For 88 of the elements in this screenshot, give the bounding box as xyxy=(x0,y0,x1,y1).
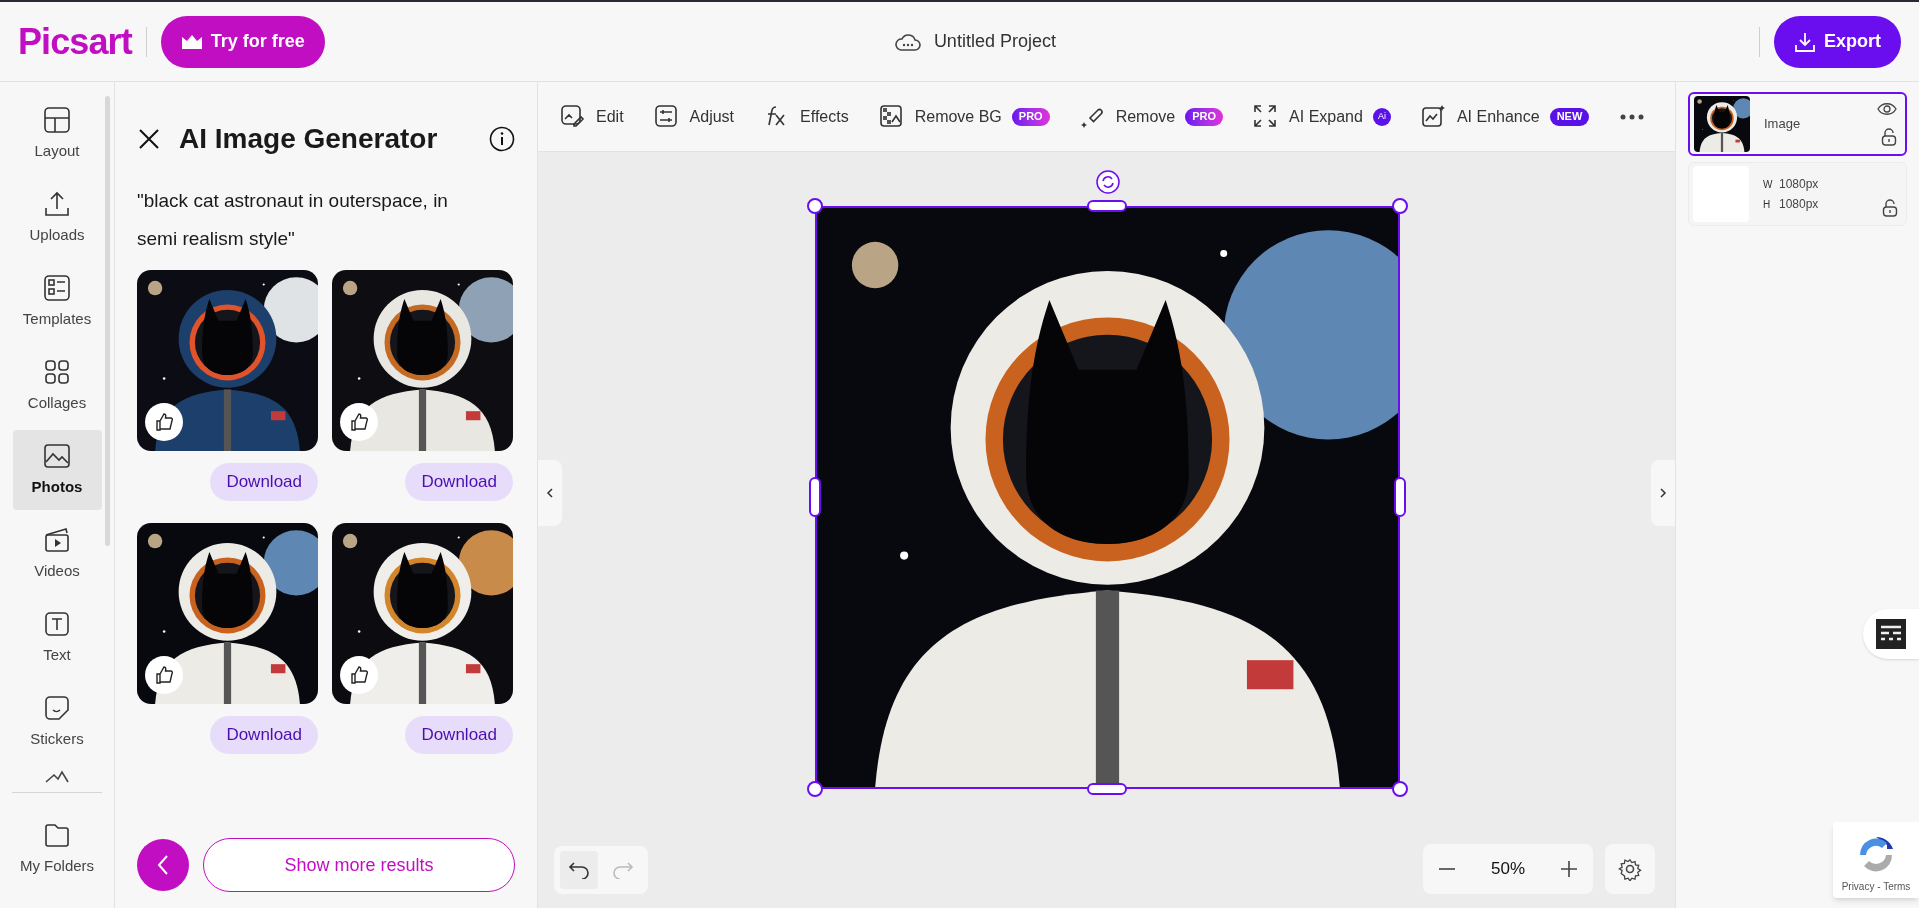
undo-icon xyxy=(568,861,590,879)
toolbar-button[interactable]: Adjust xyxy=(653,103,735,130)
new-badge: NEW xyxy=(1549,107,1590,126)
dimension-value: 1080px xyxy=(1779,196,1819,213)
chevron-left-icon xyxy=(156,854,170,876)
ai-badge: Ai xyxy=(1372,107,1391,126)
sidebar-item[interactable]: Layout xyxy=(12,94,102,174)
thumbs-up-icon xyxy=(349,665,369,685)
dimension-label: W xyxy=(1763,177,1773,192)
recaptcha-badge[interactable]: Privacy - Terms xyxy=(1833,822,1919,898)
download-button[interactable]: Download xyxy=(210,463,318,501)
download-button[interactable]: Download xyxy=(405,716,513,754)
pro-badge: PRO xyxy=(1011,107,1050,126)
undo-button[interactable] xyxy=(560,851,598,889)
resize-handle[interactable] xyxy=(807,781,823,797)
enhance-icon xyxy=(1420,103,1447,130)
sidebar-item[interactable]: My Folders xyxy=(12,809,102,889)
show-more-results-button[interactable]: Show more results xyxy=(203,838,515,892)
sidebar-item[interactable]: Stickers xyxy=(12,682,102,762)
download-icon xyxy=(1794,30,1816,53)
project-title[interactable]: Untitled Project xyxy=(933,28,1056,55)
panel-title: AI Image Generator xyxy=(179,122,439,156)
upload-icon xyxy=(43,189,71,218)
photo-icon xyxy=(43,441,71,470)
download-button[interactable]: Download xyxy=(405,463,513,501)
resize-handle[interactable] xyxy=(1392,198,1408,214)
dimension-value: 1080px xyxy=(1779,176,1819,193)
toolbar-button[interactable]: AI Enhance xyxy=(1420,103,1540,130)
dimension-label: H xyxy=(1763,197,1772,212)
export-button[interactable]: Export xyxy=(1774,15,1901,68)
resize-handle[interactable] xyxy=(809,477,821,517)
toolbar-button[interactable]: Effects xyxy=(764,103,849,130)
layer-card[interactable]: W 1080px H 1080px xyxy=(1688,162,1907,226)
shapes-icon[interactable] xyxy=(43,770,71,784)
toolbar-button[interactable]: AI Expand xyxy=(1253,103,1363,130)
toolbar-button[interactable]: Edit xyxy=(560,103,624,130)
chevron-right-icon xyxy=(1659,488,1667,498)
toolbar-button[interactable]: Remove BG xyxy=(878,103,1002,130)
pro-badge: PRO xyxy=(1185,107,1224,126)
toolbar-button[interactable]: Remove xyxy=(1079,103,1176,130)
zoom-level[interactable]: 50% xyxy=(1490,856,1525,882)
chevron-left-icon xyxy=(546,488,554,498)
collages-icon xyxy=(43,357,71,386)
settings-button[interactable] xyxy=(1605,844,1655,894)
sidebar-item[interactable]: Uploads xyxy=(12,178,102,258)
resize-handle[interactable] xyxy=(1087,200,1127,212)
edit-icon xyxy=(560,103,586,130)
close-icon[interactable] xyxy=(137,127,161,151)
crown-icon xyxy=(180,33,203,50)
sidebar-item[interactable]: Videos xyxy=(12,514,102,594)
table-icon xyxy=(1876,619,1906,649)
floating-panel-button[interactable] xyxy=(1863,609,1919,659)
resize-handle[interactable] xyxy=(1392,781,1408,797)
back-button[interactable] xyxy=(137,839,189,891)
info-icon[interactable] xyxy=(489,126,515,152)
layer-name: Image xyxy=(1764,115,1802,134)
scrollbar[interactable] xyxy=(105,96,110,546)
zoom-in-icon[interactable] xyxy=(1559,859,1579,879)
lock-icon[interactable] xyxy=(1881,128,1897,146)
resize-handle[interactable] xyxy=(807,198,823,214)
layer-card[interactable]: Image xyxy=(1688,92,1907,156)
video-icon xyxy=(43,525,71,554)
lock-icon[interactable] xyxy=(1882,199,1898,217)
logo[interactable]: Picsart xyxy=(18,14,132,69)
privacy-terms-links[interactable]: Privacy - Terms xyxy=(1841,879,1911,894)
layout-icon xyxy=(43,105,71,134)
more-icon[interactable] xyxy=(1619,112,1646,121)
eye-icon[interactable] xyxy=(1877,102,1897,116)
removebg-icon xyxy=(878,103,905,130)
text-icon xyxy=(43,609,71,638)
resize-handle[interactable] xyxy=(1394,477,1406,517)
prompt-text: "black cat astronaut in outerspace, in semi realism style" xyxy=(137,189,449,251)
sidebar-item[interactable]: Collages xyxy=(12,346,102,426)
download-button[interactable]: Download xyxy=(210,716,318,754)
redo-icon xyxy=(612,861,634,879)
thumbs-up-icon xyxy=(349,412,369,432)
settings-icon xyxy=(1618,857,1642,881)
sidebar-item[interactable]: Photos xyxy=(12,430,102,510)
sticker-icon xyxy=(43,693,71,722)
adjust-icon xyxy=(653,103,680,130)
rotate-handle[interactable] xyxy=(1096,170,1120,194)
templates-icon xyxy=(43,273,71,302)
sidebar-item[interactable]: Text xyxy=(12,598,102,678)
thumbs-up-icon xyxy=(154,665,174,685)
thumbs-up-icon xyxy=(154,412,174,432)
sidebar-item[interactable]: Templates xyxy=(12,262,102,342)
resize-handle[interactable] xyxy=(1087,783,1127,795)
try-for-free-button[interactable]: Try for free xyxy=(160,15,325,68)
